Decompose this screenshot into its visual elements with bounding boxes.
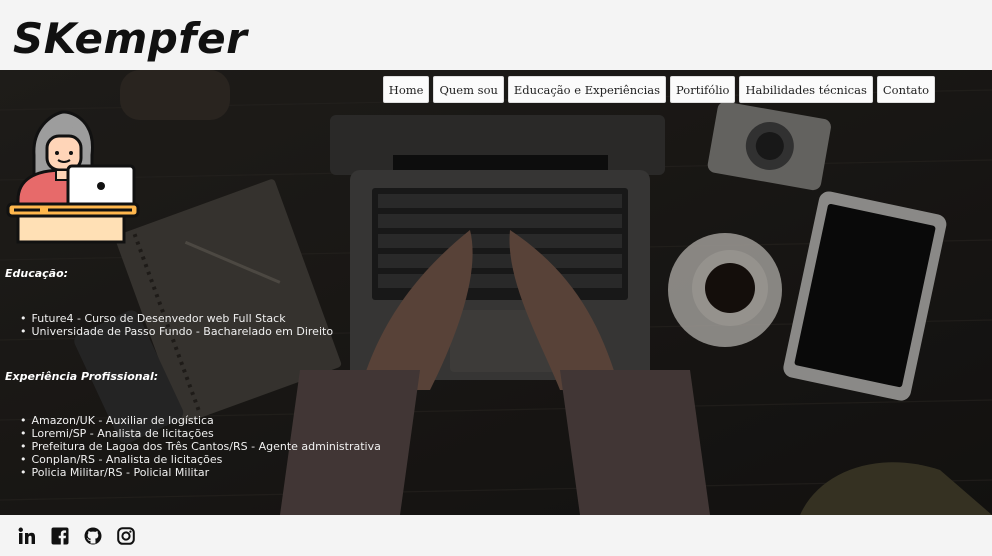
education-item: Universidade de Passo Fundo - Bacharelad… (20, 325, 381, 338)
developer-avatar-icon (6, 110, 140, 244)
education-list: Future4 - Curso de Desenvedor web Full S… (20, 312, 381, 338)
experience-title: Experiência Profissional: (5, 370, 159, 383)
facebook-icon[interactable] (50, 526, 70, 546)
main-nav: Home Quem sou Educação e Experiências Po… (382, 76, 935, 103)
nav-habilidades-tecnicas[interactable]: Habilidades técnicas (739, 76, 873, 103)
experience-item: Loremi/SP - Analista de licitações (20, 427, 381, 440)
experience-item: Amazon/UK - Auxiliar de logística (20, 414, 381, 427)
site-footer (4, 515, 992, 556)
experience-item: Prefeitura de Lagoa dos Três Cantos/RS -… (20, 440, 381, 453)
site-logo[interactable]: SKempfer (13, 18, 247, 60)
nav-quem-sou[interactable]: Quem sou (433, 76, 504, 103)
nav-educacao-experiencias[interactable]: Educação e Experiências (507, 76, 667, 103)
experience-item: Conplan/RS - Analista de licitações (20, 453, 381, 466)
github-icon[interactable] (83, 526, 103, 546)
education-item: Future4 - Curso de Desenvedor web Full S… (20, 312, 381, 325)
site-header: SKempfer (4, 0, 992, 70)
nav-contato[interactable]: Contato (876, 76, 935, 103)
experience-item: Policia Militar/RS - Policial Militar (20, 466, 381, 479)
resume-content: Educação: Future4 - Curso de Desenvedor … (5, 267, 381, 479)
instagram-icon[interactable] (116, 526, 136, 546)
education-title: Educação: (5, 267, 69, 280)
experience-list: Amazon/UK - Auxiliar de logística Loremi… (20, 414, 381, 479)
nav-home[interactable]: Home (382, 76, 430, 103)
hero-section: Home Quem sou Educação e Experiências Po… (0, 70, 992, 515)
nav-portifolio[interactable]: Portifólio (670, 76, 736, 103)
linkedin-icon[interactable] (17, 526, 37, 546)
